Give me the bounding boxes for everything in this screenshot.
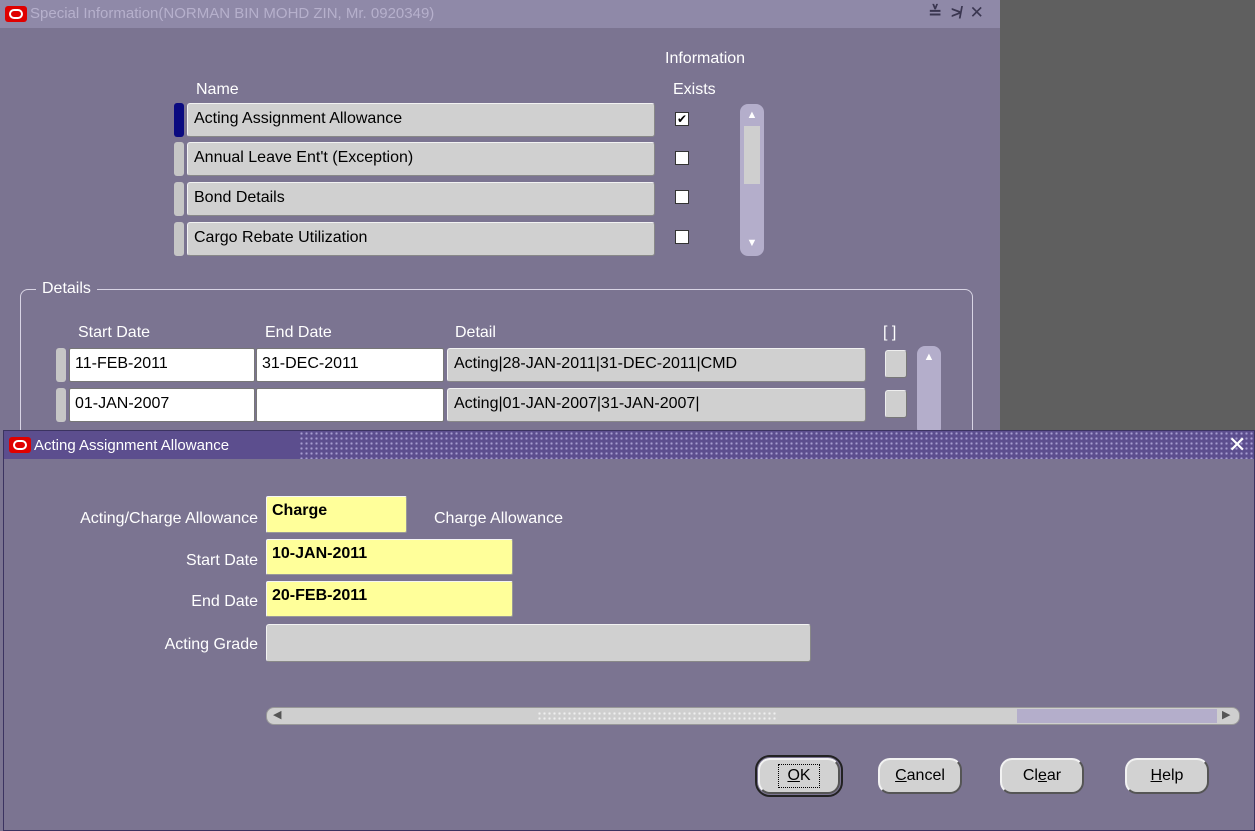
acting-charge-description: Charge Allowance: [434, 510, 563, 527]
help-label-rest: elp: [1162, 767, 1184, 784]
end-date-label: End Date: [191, 593, 258, 610]
row-indicator-current[interactable]: [174, 103, 184, 137]
detail-start-date-field[interactable]: 11-FEB-2011: [69, 348, 255, 382]
info-exists-checkbox[interactable]: [675, 230, 689, 244]
detail-description-field[interactable]: Acting|01-JAN-2007|31-JAN-2007|: [447, 388, 866, 422]
acting-grade-label: Acting Grade: [164, 636, 258, 653]
acting-charge-label: Acting/Charge Allowance: [80, 510, 258, 527]
row-indicator[interactable]: [174, 222, 184, 256]
detail-start-date-field[interactable]: 01-JAN-2007: [69, 388, 255, 422]
ok-label-rest: K: [799, 767, 811, 784]
vertical-scrollbar[interactable]: ▲ ▼: [740, 104, 764, 256]
acting-charge-field[interactable]: Charge: [266, 496, 407, 533]
column-header-name: Name: [196, 81, 239, 98]
row-indicator[interactable]: [56, 348, 66, 382]
ok-button[interactable]: OK: [755, 755, 843, 797]
start-date-field[interactable]: 10-JAN-2011: [266, 539, 513, 575]
cancel-mnemonic: C: [895, 767, 907, 784]
scroll-left-arrow-icon[interactable]: ◀: [273, 708, 281, 721]
window-controls-icon[interactable]: ≚ ≯ ✕: [928, 3, 986, 23]
row-indicator[interactable]: [174, 182, 184, 216]
clear-label-rest: ar: [1046, 767, 1062, 784]
dialog-title: Acting Assignment Allowance: [34, 437, 230, 454]
start-date-label: Start Date: [185, 552, 258, 569]
info-exists-checkbox[interactable]: [675, 151, 689, 165]
detail-end-date-field[interactable]: 31-DEC-2011: [256, 348, 444, 382]
oracle-logo-icon: [9, 437, 31, 453]
special-info-name-field[interactable]: Acting Assignment Allowance: [187, 103, 655, 137]
row-indicator[interactable]: [174, 142, 184, 176]
scroll-up-arrow-icon[interactable]: ▲: [921, 349, 937, 365]
special-info-name-field[interactable]: Annual Leave Ent't (Exception): [187, 142, 655, 176]
detail-end-date-field[interactable]: [256, 388, 444, 422]
close-icon[interactable]: ✕: [1228, 432, 1246, 458]
column-header-detail: Detail: [455, 324, 496, 341]
detail-description-field[interactable]: Acting|28-JAN-2011|31-DEC-2011|CMD: [447, 348, 866, 382]
scroll-down-arrow-icon[interactable]: ▼: [744, 235, 760, 251]
scrollbar-track[interactable]: [1017, 709, 1217, 723]
clear-label-pre: Cl: [1022, 767, 1038, 784]
clear-button[interactable]: Clear: [1000, 758, 1084, 794]
special-info-name-field[interactable]: Cargo Rebate Utilization: [187, 222, 655, 256]
details-vertical-scrollbar[interactable]: ▲: [917, 346, 941, 436]
scrollbar-thumb[interactable]: [744, 126, 760, 184]
end-date-field[interactable]: 20-FEB-2011: [266, 581, 513, 617]
horizontal-scrollbar[interactable]: ◀ ▶: [266, 707, 1240, 725]
details-legend: Details: [36, 280, 97, 298]
row-indicator[interactable]: [56, 388, 66, 422]
column-header-end-date: End Date: [265, 324, 332, 341]
acting-assignment-allowance-dialog: Acting Assignment Allowance ✕ Acting/Cha…: [3, 430, 1255, 831]
info-exists-checkbox[interactable]: [675, 190, 689, 204]
flex-field-button[interactable]: [885, 350, 907, 378]
help-button[interactable]: Help: [1125, 758, 1209, 794]
cancel-button[interactable]: Cancel: [878, 758, 962, 794]
flex-field-button[interactable]: [885, 390, 907, 418]
info-exists-checkbox[interactable]: ✔: [675, 112, 689, 126]
clear-mnemonic: e: [1037, 767, 1047, 784]
column-header-exists: Exists: [673, 81, 716, 98]
bg-window-titlebar[interactable]: Special Information(NORMAN BIN MOHD ZIN,…: [0, 0, 1000, 28]
column-header-start-date: Start Date: [78, 324, 151, 341]
column-header-information: Information: [665, 50, 746, 67]
column-header-flex: [ ]: [883, 324, 897, 341]
bg-window-title: Special Information(NORMAN BIN MOHD ZIN,…: [30, 5, 435, 22]
scroll-right-arrow-icon[interactable]: ▶: [1222, 708, 1230, 721]
cancel-label-rest: ancel: [906, 767, 945, 784]
oracle-logo-icon: [5, 6, 27, 22]
help-mnemonic: H: [1150, 767, 1163, 784]
acting-grade-field[interactable]: [266, 624, 811, 662]
scrollbar-grip[interactable]: [537, 711, 777, 721]
ok-mnemonic: O: [787, 767, 800, 784]
special-info-name-field[interactable]: Bond Details: [187, 182, 655, 216]
scroll-up-arrow-icon[interactable]: ▲: [744, 107, 760, 123]
